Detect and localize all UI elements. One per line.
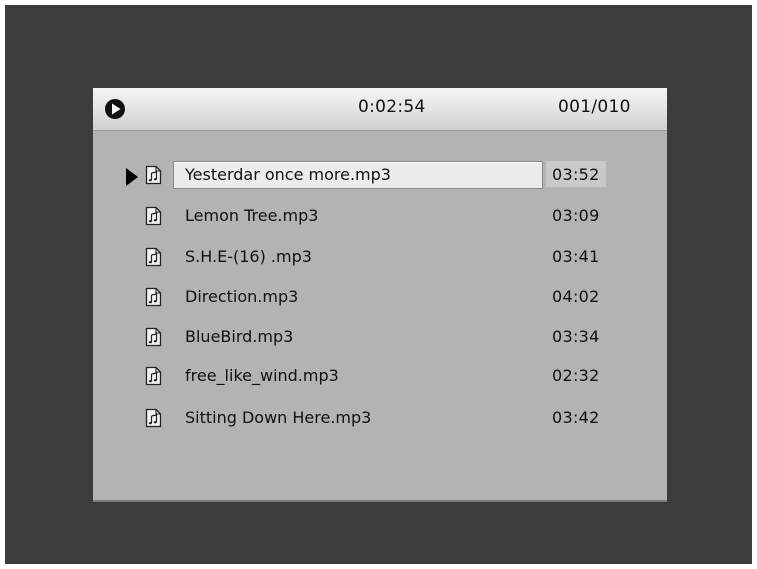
music-file-icon [145,247,162,267]
music-file-icon [145,287,162,307]
track-name: Sitting Down Here.mp3 [185,408,372,427]
track-duration: 03:42 [552,408,600,427]
track-row[interactable]: Yesterdar once more.mp3 03:52 [93,161,667,189]
music-file-icon [145,165,162,185]
track-duration: 03:41 [552,247,600,266]
track-duration: 03:34 [552,327,600,346]
track-row[interactable]: Lemon Tree.mp3 03:09 [93,204,667,230]
track-row[interactable]: Sitting Down Here.mp3 03:42 [93,406,667,432]
track-row[interactable]: BlueBird.mp3 03:34 [93,325,667,351]
track-name: Yesterdar once more.mp3 [185,165,391,184]
music-file-icon [145,206,162,226]
track-duration: 04:02 [552,287,600,306]
track-duration: 02:32 [552,366,600,385]
music-file-icon [145,366,162,386]
music-file-icon [145,408,162,428]
track-name: S.H.E-(16) .mp3 [185,247,312,266]
track-list: Yesterdar once more.mp3 03:52 Lemon Tree.m… [93,88,667,500]
track-duration: 03:52 [552,165,600,184]
track-name: BlueBird.mp3 [185,327,294,346]
track-duration: 03:09 [552,206,600,225]
music-file-icon [145,327,162,347]
media-player-screen: 0:02:54 001/010 Yesterdar once more.mp3 0… [5,5,752,564]
track-name: Lemon Tree.mp3 [185,206,319,225]
track-name: free_like_wind.mp3 [185,366,339,385]
selection-arrow-icon [126,168,138,186]
track-name: Direction.mp3 [185,287,299,306]
file-browser-panel: 0:02:54 001/010 Yesterdar once more.mp3 0… [93,88,667,500]
track-row[interactable]: free_like_wind.mp3 02:32 [93,364,667,390]
track-row[interactable]: Direction.mp3 04:02 [93,285,667,311]
track-row[interactable]: S.H.E-(16) .mp3 03:41 [93,245,667,271]
